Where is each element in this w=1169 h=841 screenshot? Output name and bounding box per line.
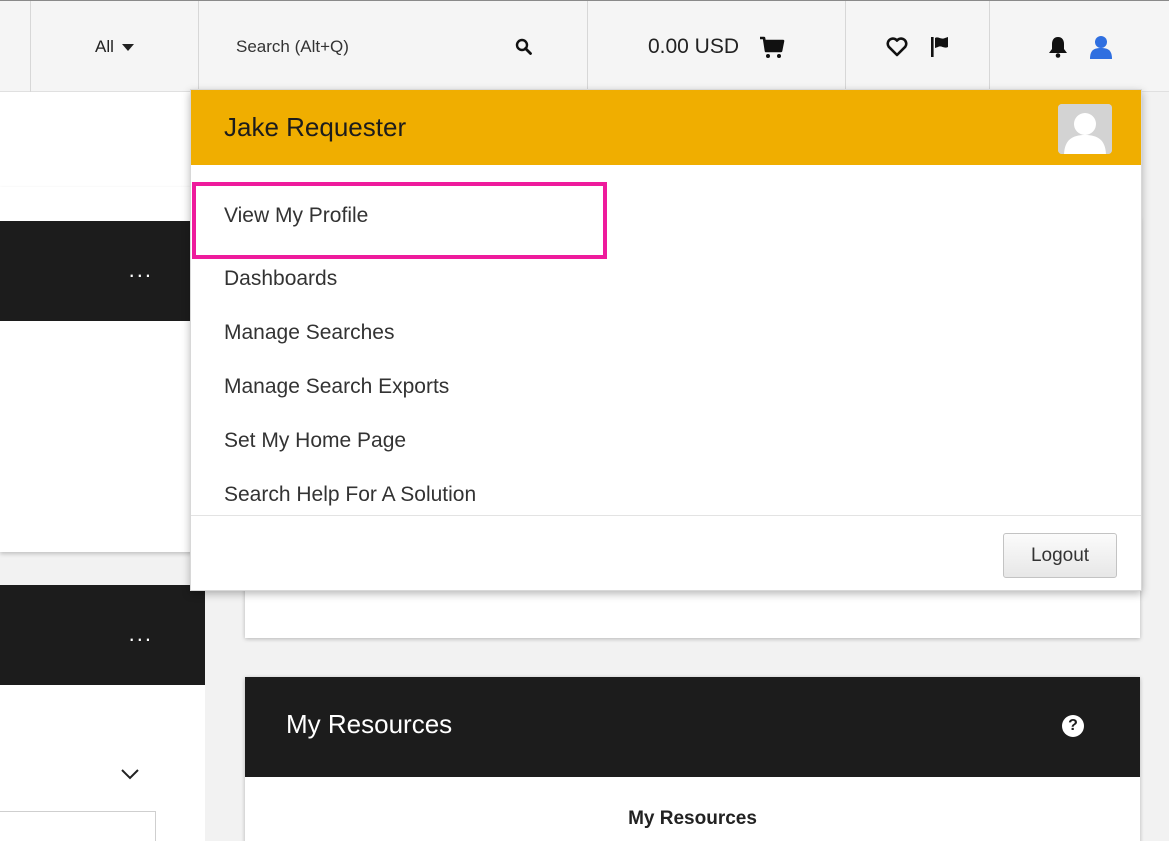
search-scope-label: All [95, 36, 114, 56]
user-name: Jake Requester [224, 112, 407, 142]
heart-icon[interactable] [885, 36, 908, 57]
left-page-header [0, 92, 205, 187]
user-actions-group [989, 1, 1169, 92]
my-resources-card: My Resources ? My Resources [245, 677, 1140, 841]
left-input-field[interactable] [0, 811, 156, 841]
dropdown-divider [191, 515, 1141, 516]
menu-item-manage-searches[interactable]: Manage Searches [191, 306, 1141, 360]
menu-item-search-help[interactable]: Search Help For A Solution [191, 468, 1141, 522]
left-panel: ... [0, 187, 205, 552]
flag-icon[interactable] [930, 36, 950, 58]
avatar-icon [1058, 104, 1112, 154]
user-menu-list: View My Profile Dashboards Manage Search… [191, 165, 1141, 522]
chevron-down-icon[interactable] [110, 765, 150, 789]
menu-item-dashboards[interactable]: Dashboards [191, 252, 1141, 306]
user-icon[interactable] [1089, 35, 1112, 59]
caret-down-icon [121, 44, 134, 51]
left-panel-secondary: ... [0, 585, 205, 841]
menu-item-manage-search-exports[interactable]: Manage Search Exports [191, 360, 1141, 414]
my-resources-header: My Resources ? [245, 677, 1140, 777]
search-scope-select[interactable]: All [30, 1, 198, 92]
menu-item-set-my-home-page[interactable]: Set My Home Page [191, 414, 1141, 468]
search-input[interactable]: Search (Alt+Q) [198, 1, 587, 92]
left-panel-header: ... [0, 221, 205, 321]
cart-total: 0.00 USD [647, 34, 740, 58]
avatar[interactable] [1058, 104, 1112, 154]
logout-button[interactable]: Logout [1003, 533, 1117, 578]
page: All Search (Alt+Q) 0.00 USD ... ... My R… [0, 0, 1169, 841]
search-placeholder: Search (Alt+Q) [236, 36, 349, 56]
more-options-button[interactable]: ... [129, 257, 153, 283]
search-icon[interactable] [515, 38, 532, 55]
more-options-button-secondary[interactable]: ... [129, 621, 153, 647]
my-resources-title: My Resources [286, 709, 453, 739]
user-dropdown-header: Jake Requester [191, 90, 1141, 165]
help-icon[interactable]: ? [1062, 715, 1084, 737]
my-resources-subtitle: My Resources [628, 808, 757, 829]
menu-item-view-my-profile[interactable]: View My Profile [191, 180, 1141, 259]
cart-icon [760, 36, 785, 58]
favorites-flags-group [845, 1, 989, 92]
cart-button[interactable]: 0.00 USD [587, 1, 845, 92]
bell-icon[interactable] [1048, 36, 1068, 58]
top-header: All Search (Alt+Q) 0.00 USD [0, 0, 1169, 92]
user-dropdown-menu: Jake Requester View My Profile Dashboard… [190, 89, 1142, 591]
left-panel-secondary-header: ... [0, 585, 205, 685]
